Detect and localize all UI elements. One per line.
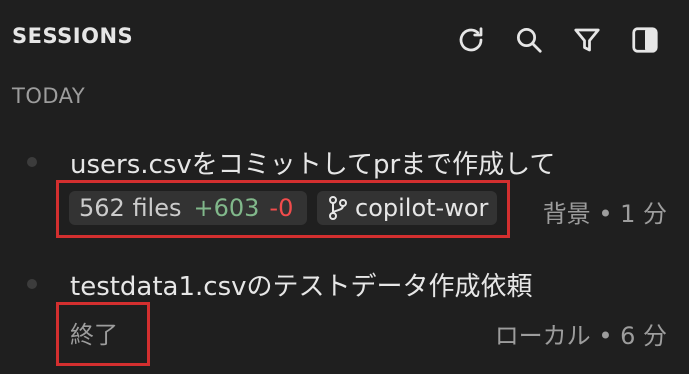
filter-icon	[574, 28, 600, 52]
search-button[interactable]	[511, 22, 547, 58]
session-title: users.csvをコミットしてprまで作成して	[70, 150, 556, 180]
branch-chip[interactable]: copilot-wor	[317, 191, 497, 225]
refresh-button[interactable]	[453, 22, 489, 58]
branch-name: copilot-wor	[355, 194, 489, 222]
session-meta: ローカル • 6 分	[494, 322, 667, 350]
lines-deleted: -0	[269, 194, 294, 222]
section-label-today: TODAY	[12, 84, 86, 108]
session-meta-row: 終了 ローカル • 6 分	[56, 302, 689, 366]
git-branch-icon	[329, 196, 347, 220]
session-item[interactable]: testdata1.csvのテストデータ作成依頼 終了 ローカル • 6 分	[0, 262, 689, 374]
session-bullet	[27, 279, 37, 289]
session-meta: 背景 • 1 分	[542, 200, 667, 228]
session-status: 終了	[70, 321, 118, 349]
session-meta-row: 562 files +603 -0 copilot-wor 背景 • 1 分	[56, 180, 689, 244]
sessions-panel: SESSIONS TODAY users.csvをコミットしてprまで作成して …	[0, 0, 689, 374]
filter-button[interactable]	[569, 22, 605, 58]
lines-added: +603	[193, 194, 260, 222]
session-item[interactable]: users.csvをコミットしてprまで作成して 562 files +603 …	[0, 140, 689, 256]
search-icon	[517, 28, 542, 53]
session-title: testdata1.csvのテストデータ作成依頼	[70, 272, 533, 302]
changes-chip[interactable]: 562 files +603 -0	[69, 191, 307, 225]
files-count: 562 files	[79, 194, 182, 222]
sessions-header: SESSIONS	[0, 0, 689, 78]
toolbar	[453, 22, 663, 58]
session-bullet	[27, 157, 37, 167]
toggle-panel-icon	[632, 27, 658, 53]
toggle-panel-button[interactable]	[627, 22, 663, 58]
panel-title: SESSIONS	[12, 24, 134, 48]
refresh-icon	[459, 27, 483, 52]
